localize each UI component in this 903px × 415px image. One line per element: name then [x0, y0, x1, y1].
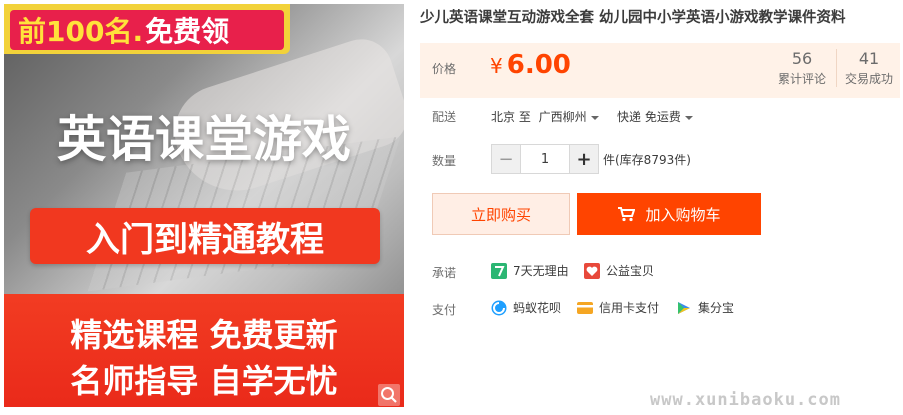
- reviews-count: 56: [791, 49, 813, 68]
- chevron-down-icon: [684, 115, 693, 120]
- quantity-input[interactable]: 1: [520, 145, 570, 173]
- hero-subtitle-pill: 入门到精通教程: [30, 208, 380, 264]
- reviews-label: 累计评论: [777, 72, 826, 86]
- sales-stat: 41 交易成功: [836, 49, 901, 87]
- price-value: 6.00: [506, 50, 571, 80]
- payment-jifenbao[interactable]: 集分宝: [676, 299, 734, 316]
- shipping-method[interactable]: 快递 免运费: [617, 108, 693, 125]
- charity-heart-icon: [584, 262, 600, 279]
- payment-huabei[interactable]: 蚂蚁花呗: [491, 299, 561, 316]
- currency-symbol: ¥: [490, 54, 503, 78]
- delivery-destination[interactable]: 北京 至 广西柳州: [491, 108, 599, 125]
- sales-count: 41: [858, 49, 880, 68]
- delivery-label: 配送: [432, 110, 457, 124]
- payment-credit-card[interactable]: 信用卡支付: [577, 299, 659, 316]
- hero-tagline-1: 精选课程 免费更新: [70, 316, 338, 354]
- sales-label: 交易成功: [844, 72, 893, 86]
- payment-label: 支付: [432, 303, 457, 317]
- buy-now-button[interactable]: 立即购买: [432, 193, 570, 235]
- payment-credit-card-text: 信用卡支付: [599, 301, 660, 315]
- promise-charity[interactable]: 公益宝贝: [584, 262, 654, 279]
- watermark: www.xunibaoku.com: [650, 390, 841, 410]
- credit-card-icon: [577, 300, 593, 316]
- chevron-down-icon: [590, 115, 599, 120]
- shipping-text: 快递 免运费: [617, 110, 681, 124]
- jifenbao-icon: [676, 300, 692, 316]
- delivery-to: 广西柳州: [538, 110, 587, 124]
- add-to-cart-label: 加入购物车: [645, 205, 721, 224]
- price-box: 价格 ¥6.00 56 累计评论 41 交易成功: [420, 43, 900, 98]
- payment-huabei-text: 蚂蚁花呗: [513, 301, 562, 315]
- huabei-icon: [491, 300, 507, 316]
- hero-heading: 英语课堂游戏: [56, 111, 351, 168]
- promise-7day[interactable]: 7天无理由: [491, 262, 569, 279]
- price: ¥6.00: [490, 50, 571, 80]
- delivery-from: 北京 至: [491, 110, 531, 124]
- reviews-stat[interactable]: 56 累计评论: [770, 49, 834, 87]
- quantity-increase-button[interactable]: +: [570, 145, 598, 173]
- promise-7day-text: 7天无理由: [513, 264, 569, 278]
- zoom-icon[interactable]: [378, 384, 400, 406]
- payment-jifenbao-text: 集分宝: [698, 301, 735, 315]
- promo-badge-text: 免费领: [145, 15, 230, 48]
- quantity-label: 数量: [432, 154, 457, 168]
- add-to-cart-button[interactable]: 加入购物车: [577, 193, 761, 235]
- hero-tagline-2: 名师指导 自学无忧: [70, 362, 338, 400]
- product-title: 少儿英语课堂互动游戏全套 幼儿园中小学英语小游戏教学课件资料: [420, 10, 846, 26]
- product-image[interactable]: 前100名. 免费领 英语课堂游戏 入门到精通教程 精选课程 免费更新 名师指导…: [4, 4, 404, 407]
- promo-badge-highlight: 前100名.: [18, 15, 144, 48]
- promo-badge: 前100名. 免费领: [4, 4, 290, 54]
- seven-day-return-icon: [491, 262, 507, 279]
- quantity-decrease-button[interactable]: −: [492, 145, 520, 173]
- quantity-stepper: − 1 +: [491, 144, 599, 174]
- price-label: 价格: [432, 62, 457, 76]
- promise-charity-text: 公益宝贝: [606, 264, 655, 278]
- promise-label: 承诺: [432, 266, 457, 280]
- cart-icon: [617, 206, 636, 222]
- stock-text: 件(库存8793件): [603, 153, 691, 167]
